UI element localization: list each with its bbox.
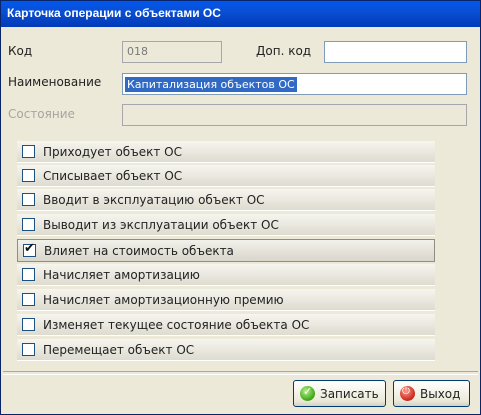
checkbox-row[interactable]: Вводит в эксплуатацию объект ОС: [17, 189, 435, 211]
extra-code-label: Доп. код: [256, 44, 312, 58]
checkbox-box[interactable]: [22, 145, 35, 158]
exit-button[interactable]: Выход: [393, 380, 470, 407]
checkbox-row[interactable]: Приходует объект ОС: [17, 141, 435, 163]
checkbox-label: Изменяет текущее состояние объекта ОС: [43, 318, 310, 332]
checkbox-row[interactable]: Изменяет текущее состояние объекта ОС: [17, 314, 435, 336]
checkbox-label: Перемещает объект ОС: [43, 343, 195, 357]
checkbox-label: Влияет на стоимость объекта: [44, 244, 234, 258]
checkbox-box[interactable]: [22, 169, 35, 182]
code-field: 018: [122, 41, 222, 63]
operation-card-window: Карточка операции с объектами ОС Код 018…: [0, 0, 481, 415]
checkbox-box[interactable]: [22, 268, 35, 281]
checkbox-box[interactable]: [22, 343, 35, 356]
exit-button-label: Выход: [420, 387, 461, 401]
checkbox-label: Начисляет амортизацию: [43, 268, 200, 282]
checkbox-box[interactable]: [22, 193, 35, 206]
checkbox-box[interactable]: [22, 293, 35, 306]
checkbox-box[interactable]: [22, 218, 35, 231]
checkbox-row[interactable]: Выводит из эксплуатации объект ОС: [17, 214, 435, 236]
checkbox-box-checked[interactable]: ✔: [23, 241, 36, 257]
checkbox-row[interactable]: Перемещает объект ОС: [17, 339, 435, 361]
checkbox-label: Приходует объект ОС: [43, 145, 182, 159]
extra-code-field[interactable]: [324, 41, 467, 63]
save-button[interactable]: Записать: [293, 380, 386, 407]
power-icon: [400, 386, 415, 401]
checkbox-label: Выводит из эксплуатации объект ОС: [43, 218, 279, 232]
checkbox-label: Вводит в эксплуатацию объект ОС: [43, 193, 265, 207]
name-field[interactable]: Капитализация объектов ОС: [122, 73, 467, 95]
name-field-value: Капитализация объектов ОС: [125, 77, 297, 92]
name-label: Наименование: [8, 75, 102, 89]
code-label: Код: [8, 44, 33, 58]
checkbox-row-selected[interactable]: ✔ Влияет на стоимость объекта: [17, 239, 435, 262]
checkbox-label: Начисляет амортизационную премию: [43, 293, 284, 307]
state-field: [122, 104, 467, 126]
checkmark-icon: ✔: [24, 241, 35, 256]
save-button-label: Записать: [320, 387, 379, 401]
title-bar[interactable]: Карточка операции с объектами ОС: [1, 1, 480, 27]
checkbox-row[interactable]: Начисляет амортизацию: [17, 264, 435, 286]
checkbox-row[interactable]: Списывает объект ОС: [17, 165, 435, 187]
state-label: Состояние: [8, 107, 75, 121]
checkbox-label: Списывает объект ОС: [43, 169, 183, 183]
checkbox-box[interactable]: [22, 318, 35, 331]
checkbox-row[interactable]: Начисляет амортизационную премию: [17, 289, 435, 311]
divider: [3, 371, 478, 375]
checkmark-circle-icon: [300, 385, 315, 401]
window-title: Карточка операции с объектами ОС: [7, 6, 221, 20]
